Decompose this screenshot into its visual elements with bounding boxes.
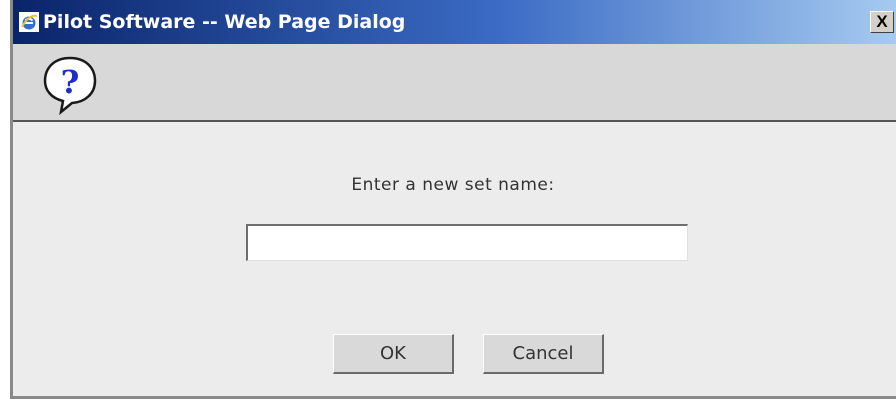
internet-explorer-icon	[19, 12, 39, 32]
title-bar[interactable]: Pilot Software -- Web Page Dialog X	[13, 0, 896, 44]
help-question-icon: ?	[43, 56, 97, 115]
web-page-dialog: Pilot Software -- Web Page Dialog X ? En…	[10, 0, 896, 399]
window-title: Pilot Software -- Web Page Dialog	[43, 11, 406, 33]
dialog-header: ?	[13, 44, 896, 122]
ok-button[interactable]: OK	[333, 334, 454, 374]
cancel-button[interactable]: Cancel	[483, 334, 604, 374]
set-name-input[interactable]	[246, 224, 688, 261]
help-question-glyph: ?	[61, 63, 80, 101]
close-button[interactable]: X	[870, 11, 894, 33]
set-name-prompt: Enter a new set name:	[351, 175, 555, 195]
